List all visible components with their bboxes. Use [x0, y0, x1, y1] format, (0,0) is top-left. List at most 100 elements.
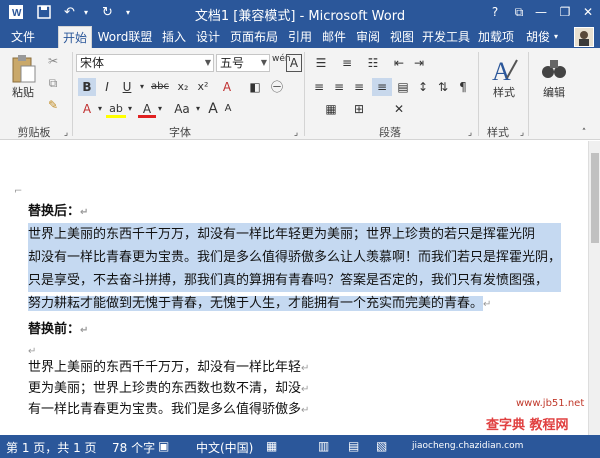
paragraph-launcher-icon[interactable]: ⌟ [466, 124, 474, 142]
group-label-font: 字体 [169, 126, 191, 139]
decrease-indent-icon[interactable]: ⇤ [390, 54, 408, 72]
shading-icon[interactable]: ▦ [320, 100, 342, 118]
change-case-button[interactable]: Aa [170, 100, 194, 118]
user-name[interactable]: 胡俊 [526, 26, 550, 48]
web-layout-icon[interactable]: ▧ [376, 439, 387, 453]
sort-icon[interactable]: ⇅ [434, 78, 452, 96]
font-size-select[interactable]: 五号 ▼ [216, 54, 270, 72]
tab-file[interactable]: 文件 [0, 26, 46, 48]
tab-review[interactable]: 审阅 [352, 26, 384, 48]
highlight-dropdown-icon[interactable]: ▾ [126, 100, 134, 118]
tab-design[interactable]: 设计 [192, 26, 224, 48]
language[interactable]: 中文(中国) [196, 439, 253, 456]
scrollbar-thumb[interactable] [591, 153, 599, 243]
collapse-ribbon-icon[interactable]: ˄ [578, 124, 590, 142]
numbering-icon[interactable]: ≡ [336, 54, 358, 72]
tab-word-union[interactable]: Word联盟 [94, 26, 156, 48]
paragraph-before[interactable]: 世界上美丽的东西千千万万，却没有一样比年轻↵ 更为美丽；世界上珍贵的东西数也数不… [28, 358, 309, 421]
tab-view[interactable]: 视图 [386, 26, 418, 48]
change-case-dropdown-icon[interactable]: ▾ [194, 100, 202, 118]
tab-addins[interactable]: 加载项 [474, 26, 518, 48]
char-shading-icon[interactable]: ◧ [246, 78, 264, 96]
group-label-paragraph: 段落 [379, 126, 401, 139]
paste-button[interactable]: 粘贴 [6, 54, 40, 100]
avatar[interactable] [574, 27, 594, 47]
line-spacing-icon[interactable]: ↕ [414, 78, 432, 96]
tab-home[interactable]: 开始 [58, 26, 92, 48]
paragraph-after[interactable]: 世界上美丽的东西千千万万，却没有一样比年轻更为美丽；世界上珍贵的若只是挥霍光阴 … [28, 223, 562, 316]
restore-button[interactable]: ❐ [554, 3, 576, 21]
editing-button[interactable]: 编辑 [534, 54, 574, 100]
underline-dropdown-icon[interactable]: ▾ [138, 78, 146, 96]
tab-references[interactable]: 引用 [284, 26, 316, 48]
shrink-font-button[interactable]: A [222, 100, 234, 118]
svg-text:A: A [492, 57, 511, 84]
proofing-icon[interactable]: ▣ [158, 439, 169, 453]
close-button[interactable]: ✕ [577, 3, 599, 21]
group-label-styles: 样式 [487, 126, 509, 139]
corner-mark: ⌐ [14, 186, 23, 197]
align-center-icon[interactable]: ≡ [330, 78, 348, 96]
strikethrough-button[interactable]: abc [148, 78, 172, 96]
divider [478, 52, 479, 136]
heading-before: 替换前：↵ [28, 322, 89, 337]
format-painter-icon[interactable]: ✎ [44, 96, 62, 114]
ribbon-display-button[interactable]: ⧉ [508, 3, 530, 21]
help-button[interactable]: ? [484, 3, 506, 21]
subscript-button[interactable]: x₂ [174, 78, 192, 96]
italic-button[interactable]: I [98, 78, 116, 96]
selected-line: 却没有一样比青春更为宝贵。我们是多么值得骄傲多么让人羡慕啊！而我们若只是挥霍光阴… [28, 246, 562, 269]
char-border-button[interactable]: A [286, 54, 302, 72]
copy-icon[interactable]: ⧉ [44, 74, 62, 92]
multilevel-list-icon[interactable]: ☷ [362, 54, 384, 72]
clear-format-button[interactable]: A [218, 78, 236, 96]
align-left-icon[interactable]: ≡ [310, 78, 328, 96]
styles-button[interactable]: A 样式 [484, 54, 524, 100]
print-layout-icon[interactable]: ▤ [348, 439, 359, 453]
chinese-layout-icon[interactable]: ✕ [388, 100, 410, 118]
enclose-char-icon[interactable]: ㊀ [268, 78, 286, 96]
divider [304, 52, 305, 136]
tab-insert[interactable]: 插入 [158, 26, 190, 48]
word-count[interactable]: 78 个字 [112, 439, 155, 456]
ribbon-tabs: 文件 开始 Word联盟 插入 设计 页面布局 引用 邮件 审阅 视图 开发工具… [0, 26, 600, 48]
font-color-dropdown-icon[interactable]: ▾ [156, 100, 164, 118]
distributed-icon[interactable]: ▤ [394, 78, 412, 96]
title-bar: W ↶ ▾ ↻ ▾ 文档1 [兼容模式] - Microsoft Word ? … [0, 0, 600, 26]
grow-font-button[interactable]: A [206, 100, 220, 118]
tab-layout[interactable]: 页面布局 [226, 26, 282, 48]
show-marks-icon[interactable]: ¶ [454, 78, 472, 96]
read-mode-icon[interactable]: ▥ [318, 439, 329, 453]
underline-button[interactable]: U [118, 78, 136, 96]
bold-button[interactable]: B [78, 78, 96, 96]
justify-icon[interactable]: ≡ [372, 78, 392, 96]
tab-developer[interactable]: 开发工具 [420, 26, 472, 48]
font-name-select[interactable]: 宋体 ▼ [76, 54, 214, 72]
group-label-clipboard: 剪贴板 [17, 126, 51, 139]
text-effects-dropdown-icon[interactable]: ▾ [96, 100, 104, 118]
minimize-button[interactable]: — [530, 3, 552, 21]
tab-mailings[interactable]: 邮件 [318, 26, 350, 48]
font-color-button[interactable]: A [138, 100, 156, 118]
bullets-icon[interactable]: ☰ [310, 54, 332, 72]
font-launcher-icon[interactable]: ⌟ [292, 124, 300, 142]
editing-label: 编辑 [543, 86, 565, 99]
status-bar: 第 1 页，共 1 页 78 个字 ▣ 中文(中国) ▦ ▥ ▤ ▧ jiaoc… [0, 435, 600, 458]
selected-line: 只是享受，不去奋斗拼搏，那我们真的算拥有青春吗？答案是否定的，我们只有发愤图强， [28, 269, 562, 292]
clipboard-launcher-icon[interactable]: ⌟ [62, 124, 70, 142]
highlight-button[interactable]: ab [106, 100, 126, 118]
text-line: 世界上美丽的东西千千万万，却没有一样比年轻↵ [28, 360, 310, 375]
user-dropdown-icon[interactable]: ▾ [554, 26, 558, 48]
vertical-scrollbar[interactable] [588, 141, 600, 435]
watermark-url: jiaocheng.chazidian.com [412, 441, 524, 451]
text-effects-button[interactable]: A [78, 100, 96, 118]
styles-launcher-icon[interactable]: ⌟ [518, 124, 526, 142]
align-right-icon[interactable]: ≡ [350, 78, 368, 96]
cut-icon[interactable]: ✂ [44, 52, 62, 70]
macro-record-icon[interactable]: ▦ [266, 439, 277, 453]
page-count[interactable]: 第 1 页，共 1 页 [6, 439, 97, 456]
superscript-button[interactable]: x² [194, 78, 212, 96]
styles-icon: A [492, 57, 518, 84]
increase-indent-icon[interactable]: ⇥ [410, 54, 428, 72]
borders-icon[interactable]: ⊞ [348, 100, 370, 118]
